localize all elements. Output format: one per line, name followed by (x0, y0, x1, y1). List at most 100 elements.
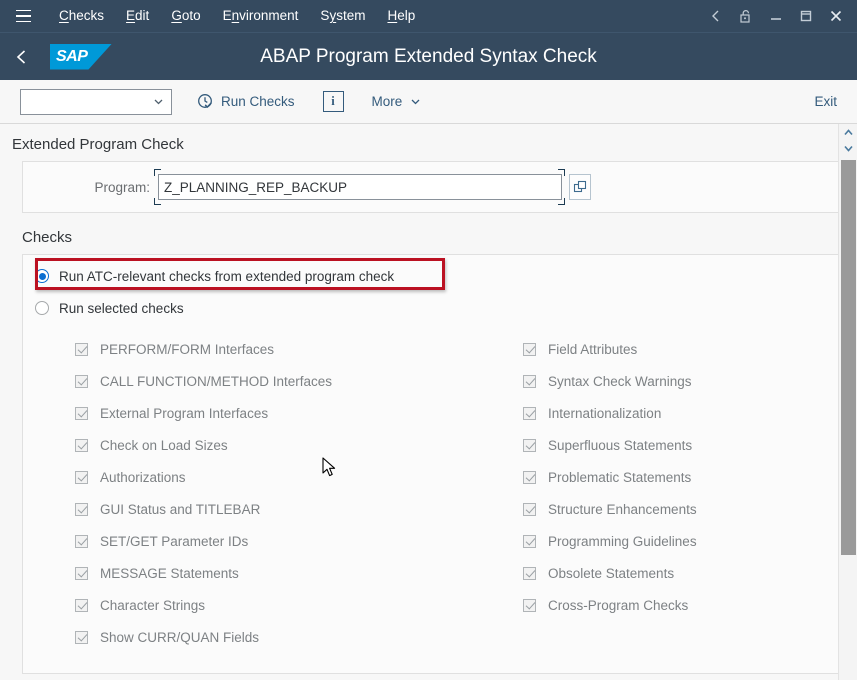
checkbox-icon (523, 342, 536, 356)
checkbox-label: GUI Status and TITLEBAR (100, 501, 261, 517)
radio-selected-checks[interactable]: Run selected checks (23, 295, 838, 321)
chevron-up-icon (844, 128, 853, 135)
value-help-button[interactable] (569, 174, 591, 200)
checkbox-left-9[interactable]: Show CURR/QUAN Fields (75, 621, 332, 653)
checkbox-label: Superfluous Statements (548, 437, 693, 453)
checkbox-icon (523, 534, 536, 548)
menu-item-help[interactable]: Help (376, 0, 426, 32)
menu-bar: Checks Edit Goto Environment System Help (0, 0, 857, 32)
radio-atc-relevant[interactable]: Run ATC-relevant checks from extended pr… (23, 258, 838, 290)
back-navigation-icon[interactable] (0, 33, 44, 81)
checkbox-label: CALL FUNCTION/METHOD Interfaces (100, 373, 333, 389)
radio-selected-checks-indicator (35, 301, 49, 315)
toolbar: Run Checks i More Exit (0, 80, 857, 124)
checkbox-label: Authorizations (100, 469, 186, 485)
checkbox-icon (75, 470, 88, 484)
checkbox-icon (523, 598, 536, 612)
page-title: ABAP Program Extended Syntax Check (260, 45, 597, 67)
focus-corner-bl (154, 198, 161, 205)
checkbox-icon (75, 630, 88, 644)
checkbox-left-2[interactable]: External Program Interfaces (75, 397, 332, 429)
menu-item-environment[interactable]: Environment (212, 0, 310, 32)
info-button[interactable]: i (314, 87, 353, 117)
checks-panel: Run ATC-relevant checks from extended pr… (22, 254, 838, 674)
checkbox-right-8[interactable]: Cross-Program Checks (523, 589, 697, 621)
run-checks-icon (198, 94, 212, 108)
focus-corner-tl (154, 169, 161, 176)
checkbox-right-4[interactable]: Problematic Statements (523, 461, 697, 493)
checkbox-label: Programming Guidelines (548, 533, 697, 549)
scroll-up-button-2[interactable] (839, 140, 857, 156)
checkbox-right-6[interactable]: Programming Guidelines (523, 525, 697, 557)
scrollable-content: Extended Program Check Program: Checks (0, 124, 838, 680)
hamburger-menu-icon[interactable] (10, 3, 36, 29)
checkbox-left-3[interactable]: Check on Load Sizes (75, 429, 332, 461)
checkbox-label: External Program Interfaces (100, 405, 269, 421)
minimize-button[interactable] (761, 1, 791, 31)
menu-item-goto[interactable]: Goto (160, 0, 211, 32)
chevron-down-icon (154, 99, 163, 105)
program-label: Program: (94, 179, 150, 195)
checkbox-icon (523, 566, 536, 580)
more-label: More (371, 94, 403, 109)
checkbox-label: Cross-Program Checks (548, 597, 689, 613)
checkbox-icon (75, 502, 88, 516)
checkbox-left-0[interactable]: PERFORM/FORM Interfaces (75, 333, 332, 365)
checkbox-left-7[interactable]: MESSAGE Statements (75, 557, 332, 589)
checkbox-label: Structure Enhancements (548, 501, 697, 517)
checkbox-icon (75, 406, 88, 420)
sap-logo[interactable]: SAP (50, 43, 112, 70)
checkbox-right-3[interactable]: Superfluous Statements (523, 429, 697, 461)
checkbox-column-right: Field Attributes Syntax Check Warnings Int… (523, 333, 697, 621)
checkbox-label: Syntax Check Warnings (548, 373, 692, 389)
checkbox-left-1[interactable]: CALL FUNCTION/METHOD Interfaces (75, 365, 332, 397)
program-input-wrapper (154, 169, 565, 205)
checkbox-label: PERFORM/FORM Interfaces (100, 341, 275, 357)
checkbox-right-5[interactable]: Structure Enhancements (523, 493, 697, 525)
checkbox-icon (523, 470, 536, 484)
checkbox-right-2[interactable]: Internationalization (523, 397, 697, 429)
program-input[interactable] (158, 174, 562, 200)
content-area: Extended Program Check Program: Checks (0, 124, 857, 680)
title-bar: SAP ABAP Program Extended Syntax Check (0, 32, 857, 80)
nav-back-icon[interactable] (701, 1, 731, 31)
checkbox-left-4[interactable]: Authorizations (75, 461, 332, 493)
menu-item-edit[interactable]: Edit (115, 0, 160, 32)
checkbox-left-8[interactable]: Character Strings (75, 589, 332, 621)
checkbox-right-7[interactable]: Obsolete Statements (523, 557, 697, 589)
run-checks-button[interactable]: Run Checks (188, 87, 304, 117)
checkbox-left-6[interactable]: SET/GET Parameter IDs (75, 525, 332, 557)
checkbox-label: Internationalization (548, 405, 662, 421)
more-button[interactable]: More (363, 87, 432, 117)
close-button[interactable] (821, 1, 851, 31)
section-heading: Extended Program Check (12, 136, 184, 153)
checkbox-label: Field Attributes (548, 341, 638, 357)
checkbox-icon (523, 502, 536, 516)
exit-button[interactable]: Exit (808, 94, 843, 109)
sap-logo-text: SAP (56, 47, 88, 65)
scroll-up-button[interactable] (839, 124, 857, 140)
vertical-scroll-thumb[interactable] (841, 160, 856, 555)
checkbox-icon (75, 534, 88, 548)
radio-selected-checks-label: Run selected checks (59, 300, 184, 316)
checkbox-label: Show CURR/QUAN Fields (100, 629, 260, 645)
checkbox-icon (523, 438, 536, 452)
checkbox-icon (523, 406, 536, 420)
run-checks-label: Run Checks (221, 94, 295, 109)
checkbox-left-5[interactable]: GUI Status and TITLEBAR (75, 493, 332, 525)
checkbox-label: Character Strings (100, 597, 206, 613)
checkbox-label: Problematic Statements (548, 469, 692, 485)
vertical-scrollbar[interactable] (838, 124, 857, 680)
chevron-down-icon (411, 99, 420, 105)
lock-icon[interactable] (731, 1, 761, 31)
chevron-down-icon (844, 145, 853, 152)
menu-item-system[interactable]: System (309, 0, 376, 32)
variant-select[interactable] (20, 88, 172, 115)
checkbox-right-1[interactable]: Syntax Check Warnings (523, 365, 697, 397)
menu-item-checks[interactable]: Checks (48, 0, 115, 32)
maximize-button[interactable] (791, 1, 821, 31)
checkbox-label: MESSAGE Statements (100, 565, 239, 581)
checkbox-right-0[interactable]: Field Attributes (523, 333, 697, 365)
checkbox-icon (75, 566, 88, 580)
checkbox-label: SET/GET Parameter IDs (100, 533, 249, 549)
